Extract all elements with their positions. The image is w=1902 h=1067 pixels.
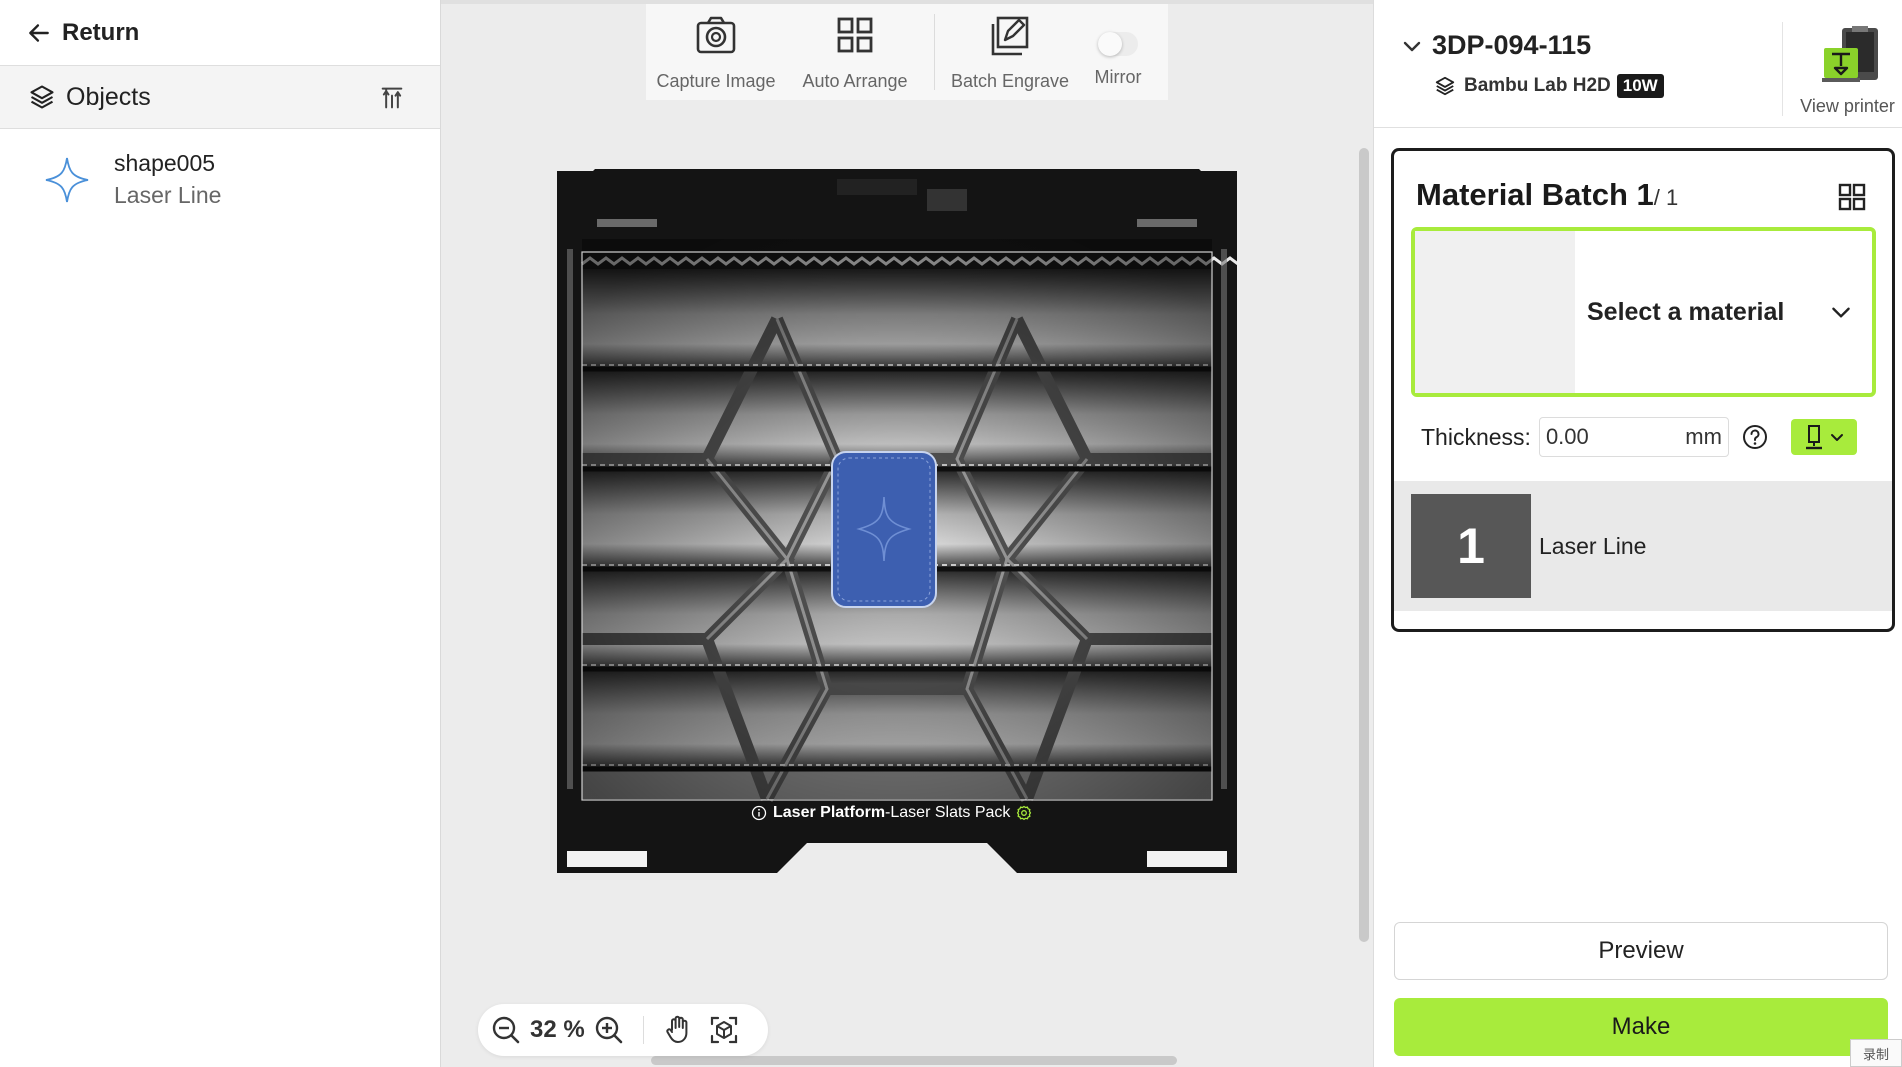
thickness-unit: mm [1685, 424, 1722, 449]
sort-icon[interactable] [378, 84, 406, 112]
mirror-toggle[interactable]: Mirror [1075, 4, 1161, 100]
batch-count: / 1 [1653, 185, 1679, 210]
layers-icon [1435, 76, 1455, 96]
measure-icon [1805, 425, 1822, 450]
objects-title: Objects [66, 82, 151, 111]
batch-title: Material Batch 1/ 1 [1416, 177, 1678, 213]
printer-icon [1821, 26, 1878, 82]
hand-icon[interactable] [662, 1014, 694, 1046]
material-placeholder: Select a material [1587, 297, 1785, 326]
batch-title-text: Material Batch 1 [1416, 177, 1654, 212]
mirror-label: Mirror [1094, 67, 1142, 87]
grid-view-icon[interactable] [1836, 181, 1868, 213]
auto-arrange-label: Auto Arrange [802, 71, 908, 91]
mirror-switch[interactable] [1098, 32, 1138, 56]
objects-header: Objects [0, 66, 440, 129]
platform-label[interactable]: Laser Platform-Laser Slats Pack [751, 804, 1032, 822]
laser-power-badge: 10W [1616, 74, 1664, 98]
fit-view-icon[interactable] [708, 1014, 740, 1046]
printer-model: Bambu Lab H2D 10W [1434, 74, 1664, 98]
help-icon[interactable] [1741, 423, 1769, 451]
auto-arrange-button[interactable]: Auto Arrange [786, 4, 924, 100]
thickness-label: Thickness: [1421, 423, 1531, 450]
object-text: shape005 Laser Line [114, 147, 221, 211]
capture-image-button[interactable]: Capture Image [646, 4, 786, 100]
canvas-toolbar: Capture Image Auto Arrange Batch Engrave… [646, 4, 1168, 100]
platform-pack: Laser Slats Pack [890, 804, 1011, 821]
thickness-field[interactable]: mm [1538, 417, 1729, 457]
layer-name: Laser Line [1539, 532, 1647, 559]
vertical-scrollbar[interactable] [1359, 148, 1369, 942]
device-selector[interactable]: 3DP-094-115 [1400, 30, 1591, 61]
object-list-item[interactable]: shape005 Laser Line [0, 129, 440, 229]
zoom-divider [642, 1016, 644, 1044]
batch-engrave-icon [991, 16, 1029, 56]
material-swatch [1415, 231, 1575, 393]
canvas-area[interactable]: Capture Image Auto Arrange Batch Engrave… [441, 0, 1373, 1067]
object-type: Laser Line [114, 182, 222, 208]
measure-thickness-button[interactable] [1790, 419, 1857, 455]
horizontal-scrollbar[interactable] [651, 1056, 1177, 1065]
material-batch-card: Material Batch 1/ 1 Select a material Th… [1391, 148, 1895, 632]
batch-engrave-label: Batch Engrave [950, 71, 1070, 91]
zoom-value: 32 % [530, 1016, 585, 1043]
chevron-down-icon [1830, 434, 1843, 441]
make-button[interactable]: Make [1394, 998, 1888, 1056]
zoom-controls: 32 % [478, 1004, 768, 1056]
placed-object-shape005[interactable] [831, 451, 937, 608]
material-select[interactable]: Select a material [1411, 227, 1876, 397]
view-printer-button[interactable]: View printer [1792, 22, 1902, 122]
laser-layer-item[interactable]: 1 Laser Line [1394, 481, 1892, 611]
return-button[interactable]: Return [0, 0, 440, 66]
view-printer-label: View printer [1800, 96, 1895, 116]
header-divider [1782, 22, 1783, 116]
printer-header: 3DP-094-115 Bambu Lab H2D 10W View print… [1374, 0, 1902, 128]
device-name: 3DP-094-115 [1432, 30, 1592, 60]
model-name: Bambu Lab H2D [1464, 75, 1611, 96]
object-name: shape005 [114, 150, 216, 176]
laser-bed-preview[interactable] [557, 169, 1237, 875]
arrow-left-icon [29, 23, 49, 42]
grid-icon [837, 17, 873, 53]
capture-image-label: Capture Image [656, 71, 776, 91]
settings-icon[interactable] [1016, 805, 1032, 821]
zoom-out-icon[interactable] [490, 1014, 522, 1046]
camera-icon [696, 16, 736, 54]
chevron-down-icon [1832, 307, 1850, 318]
star-shape-icon [45, 157, 89, 203]
platform-name: Laser Platform [773, 804, 886, 821]
zoom-in-icon[interactable] [593, 1014, 625, 1046]
job-settings-panel: 3DP-094-115 Bambu Lab H2D 10W View print… [1373, 0, 1902, 1067]
info-icon [751, 805, 767, 821]
return-label: Return [62, 18, 140, 46]
record-tag[interactable]: 录制 [1850, 1039, 1902, 1067]
thickness-row: Thickness: mm [1421, 413, 1876, 461]
thickness-input[interactable] [1545, 424, 1666, 450]
batch-engrave-button[interactable]: Batch Engrave [945, 4, 1075, 100]
layer-number: 1 [1411, 494, 1531, 598]
objects-panel: Return Objects shape005 Laser Line [0, 0, 441, 1067]
toolbar-divider [934, 14, 935, 90]
preview-button[interactable]: Preview [1394, 922, 1888, 980]
chevron-down-icon [1403, 41, 1421, 51]
layers-icon [30, 85, 54, 109]
